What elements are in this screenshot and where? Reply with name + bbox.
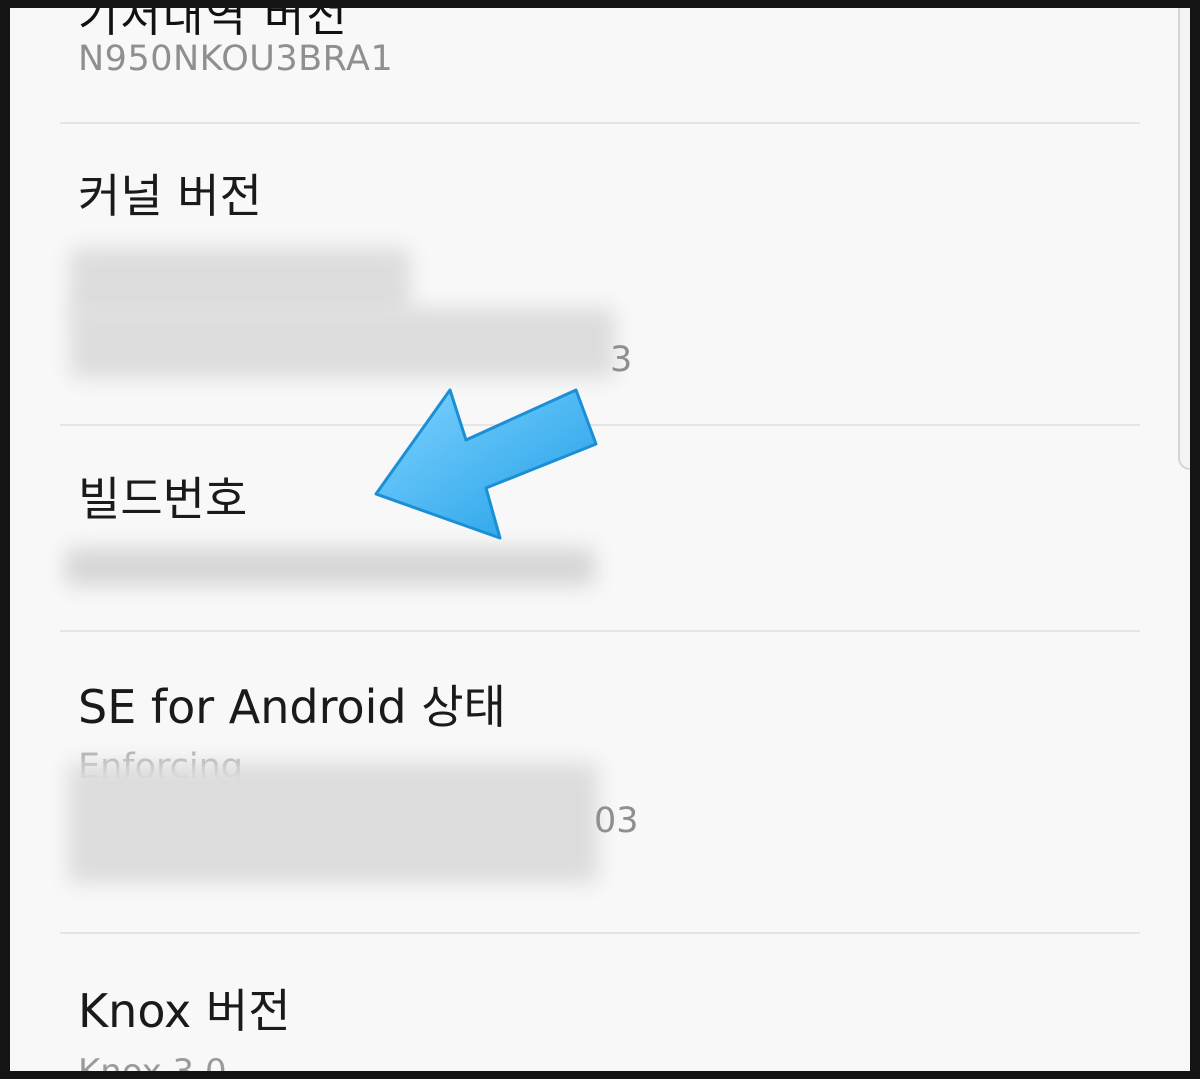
divider — [60, 122, 1140, 124]
arrow-pointing-left-down-icon — [374, 388, 598, 540]
divider — [60, 630, 1140, 632]
se-android-status-title: SE for Android 상태 — [78, 680, 506, 734]
kernel-version-value-suffix: 3 — [610, 340, 633, 380]
blurred-value — [65, 548, 595, 586]
settings-list: 기저대역 버전 N950NKOU3BRA1 커널 버전 3 빌드번호 SE fo… — [10, 8, 1190, 1071]
se-android-status-value-suffix: 03 — [594, 801, 639, 841]
blurred-value — [70, 308, 615, 378]
scrollbar[interactable] — [1178, 8, 1190, 470]
knox-version-title: Knox 버전 — [78, 984, 291, 1038]
baseband-version-value: N950NKOU3BRA1 — [78, 39, 394, 79]
blurred-value — [68, 763, 598, 883]
kernel-version-title: 커널 버전 — [78, 169, 262, 223]
divider — [60, 932, 1140, 934]
knox-version-value: Knox 3.0 — [78, 1052, 227, 1071]
build-number-title: 빌드번호 — [78, 472, 248, 526]
